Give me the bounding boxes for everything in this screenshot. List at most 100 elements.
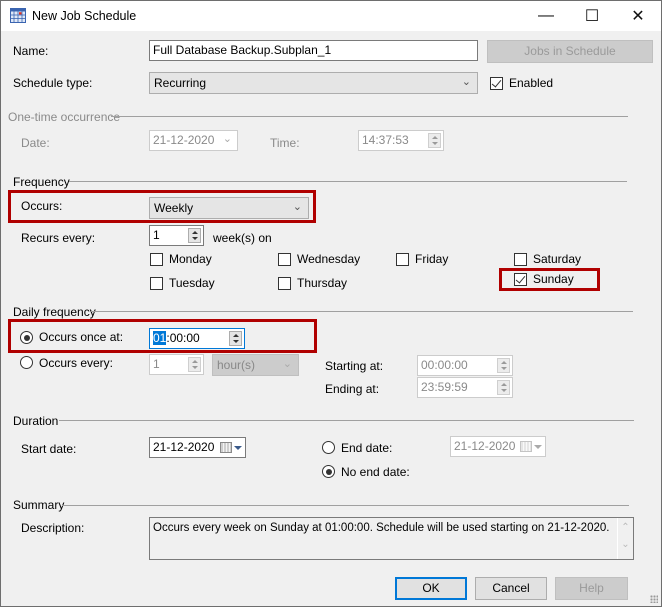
schedule-type-value: Recurring: [154, 76, 207, 90]
minimize-button[interactable]: —: [523, 1, 569, 31]
enabled-label: Enabled: [509, 76, 554, 90]
one-time-date-picker[interactable]: 21-12-2020 ⌄: [149, 130, 238, 151]
name-label: Name:: [13, 44, 49, 58]
close-button[interactable]: ✕: [615, 1, 661, 31]
enabled-checkbox[interactable]: [490, 77, 503, 90]
ending-at-label: Ending at:: [325, 382, 380, 396]
ending-at-value: 23:59:59: [421, 380, 468, 394]
saturday-checkbox[interactable]: [514, 253, 527, 266]
recurs-every-label: Recurs every:: [21, 231, 96, 245]
divider: [62, 505, 629, 506]
title-bar: New Job Schedule — ☐ ✕: [1, 1, 661, 31]
occurs-once-radio[interactable]: [20, 331, 33, 344]
time-spinner[interactable]: [428, 133, 441, 148]
occurs-select[interactable]: Weekly ⌄: [149, 197, 309, 219]
description-label: Description:: [21, 521, 85, 535]
start-date-picker[interactable]: 21-12-2020: [149, 437, 246, 458]
start-date-label: Start date:: [21, 442, 77, 456]
description-textarea[interactable]: Occurs every week on Sunday at 01:00:00.…: [149, 517, 634, 560]
thursday-label: Thursday: [297, 276, 348, 290]
one-time-group-title: One-time occurrence: [8, 110, 121, 124]
end-date-value: 21-12-2020: [454, 439, 516, 453]
sunday-checkbox[interactable]: [514, 273, 527, 286]
one-time-time-input[interactable]: 14:37:53: [358, 130, 444, 151]
friday-label: Friday: [415, 252, 449, 266]
wednesday-checkbox[interactable]: [278, 253, 291, 266]
starting-at-input[interactable]: 00:00:00: [417, 355, 513, 376]
maximize-button[interactable]: ☐: [569, 1, 615, 31]
calendar-icon[interactable]: [220, 442, 232, 453]
calendar-grid-icon: [10, 8, 26, 23]
occurs-label: Occurs:: [21, 199, 63, 213]
calendar-icon[interactable]: [520, 441, 532, 452]
occurs-once-label: Occurs once at:: [39, 330, 124, 344]
ending-at-spinner[interactable]: [497, 380, 510, 395]
end-date-label: End date:: [341, 441, 393, 455]
summary-group-title: Summary: [13, 498, 65, 512]
wednesday-label: Wednesday: [297, 252, 361, 266]
one-time-time-value: 14:37:53: [362, 133, 409, 147]
duration-group-title: Duration: [13, 414, 59, 428]
starting-at-value: 00:00:00: [421, 358, 468, 372]
divider: [111, 116, 628, 117]
schedule-type-label: Schedule type:: [13, 76, 93, 90]
new-job-schedule-dialog: New Job Schedule — ☐ ✕ Name: Full Databa…: [0, 0, 662, 607]
end-date-picker[interactable]: 21-12-2020: [450, 436, 546, 457]
resize-grip-icon[interactable]: [650, 595, 658, 603]
chevron-down-icon: ⌄: [222, 133, 232, 145]
scroll-down-icon[interactable]: ⌄: [618, 539, 633, 550]
close-icon: ✕: [631, 8, 645, 25]
end-date-radio[interactable]: [322, 441, 335, 454]
occurs-once-time-input[interactable]: 01:00:00: [149, 328, 245, 349]
thursday-checkbox[interactable]: [278, 277, 291, 290]
occurs-every-value: 1: [153, 357, 160, 371]
no-end-date-label: No end date:: [341, 465, 410, 479]
no-end-date-radio[interactable]: [322, 465, 335, 478]
dropdown-arrow-icon[interactable]: [534, 445, 542, 449]
chevron-down-icon: ⌄: [282, 358, 292, 370]
monday-checkbox[interactable]: [150, 253, 163, 266]
divider: [69, 181, 627, 182]
occurs-once-spinner[interactable]: [229, 331, 242, 346]
friday-checkbox[interactable]: [396, 253, 409, 266]
schedule-type-select[interactable]: Recurring ⌄: [149, 72, 478, 94]
recurs-spinner[interactable]: [188, 228, 201, 243]
start-date-value: 21-12-2020: [153, 440, 215, 454]
dropdown-arrow-icon[interactable]: [234, 446, 242, 450]
occurs-every-unit-value: hour(s): [217, 358, 256, 372]
occurs-every-spinner[interactable]: [188, 357, 201, 372]
time-rest-segment: :00:00: [166, 331, 200, 345]
tuesday-label: Tuesday: [169, 276, 215, 290]
daily-frequency-group-title: Daily frequency: [13, 305, 96, 319]
monday-label: Monday: [169, 252, 212, 266]
occurs-every-radio[interactable]: [20, 356, 33, 369]
frequency-group-title: Frequency: [13, 175, 70, 189]
occurs-value: Weekly: [154, 201, 194, 215]
scroll-up-icon[interactable]: ⌃: [618, 522, 633, 533]
ok-button[interactable]: OK: [395, 577, 467, 600]
occurs-every-unit-select[interactable]: hour(s) ⌄: [212, 354, 299, 376]
divider: [59, 420, 634, 421]
starting-at-spinner[interactable]: [497, 358, 510, 373]
one-time-date-value: 21-12-2020: [153, 133, 215, 147]
recurs-every-value: 1: [153, 228, 160, 242]
selected-hour-segment: 01: [153, 331, 167, 345]
maximize-icon: ☐: [584, 8, 600, 25]
recurs-every-input[interactable]: 1: [149, 225, 204, 246]
occurs-every-input[interactable]: 1: [149, 354, 204, 375]
help-button[interactable]: Help: [555, 577, 628, 600]
ending-at-input[interactable]: 23:59:59: [417, 377, 513, 398]
chevron-down-icon: ⌄: [292, 201, 302, 213]
window-title: New Job Schedule: [32, 9, 137, 23]
one-time-date-label: Date:: [21, 136, 50, 150]
occurs-every-label: Occurs every:: [39, 356, 114, 370]
tuesday-checkbox[interactable]: [150, 277, 163, 290]
minimize-icon: —: [538, 7, 554, 24]
name-input[interactable]: Full Database Backup.Subplan_1: [149, 40, 478, 61]
description-scrollbar[interactable]: ⌃ ⌄: [617, 518, 633, 559]
sunday-label: Sunday: [533, 272, 574, 286]
saturday-label: Saturday: [533, 252, 582, 266]
cancel-button[interactable]: Cancel: [475, 577, 547, 600]
recurs-unit-label: week(s) on: [213, 231, 272, 245]
jobs-in-schedule-button[interactable]: Jobs in Schedule: [487, 40, 653, 63]
